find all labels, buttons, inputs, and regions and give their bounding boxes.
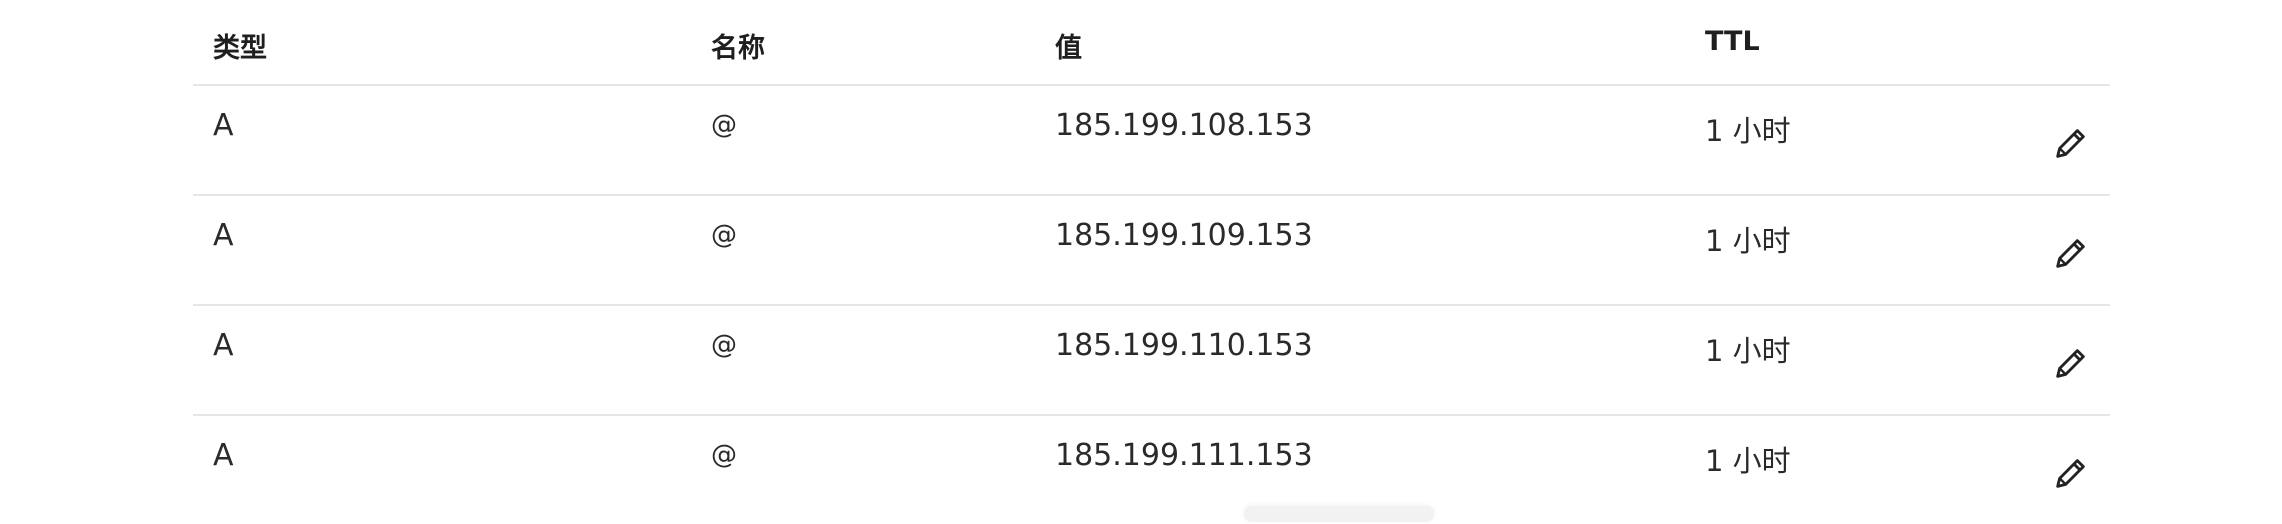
record-value: 185.199.108.153 [1055, 108, 1313, 143]
pencil-icon [2056, 239, 2085, 268]
edit-record-button[interactable] [2050, 122, 2092, 164]
record-value: 185.199.109.153 [1055, 218, 1313, 253]
column-header-name: 名称 [711, 33, 765, 64]
pencil-icon [2056, 459, 2085, 488]
record-name: @ [711, 110, 737, 140]
record-name: @ [711, 220, 737, 250]
record-ttl: 1 小时 [1705, 444, 1791, 478]
table-row: A @ 185.199.108.153 1 小时 [193, 86, 2110, 196]
table-row: A @ 185.199.109.153 1 小时 [193, 196, 2110, 306]
pencil-icon [2056, 349, 2085, 378]
table-row: A @ 185.199.111.153 1 小时 [193, 416, 2110, 524]
edit-record-button[interactable] [2050, 342, 2092, 384]
record-ttl: 1 小时 [1705, 334, 1791, 368]
column-header-value: 值 [1055, 33, 1082, 64]
table-row: A @ 185.199.110.153 1 小时 [193, 306, 2110, 416]
edit-record-button[interactable] [2050, 452, 2092, 494]
dns-records-table: 类型 名称 值 TTL A @ 185.199.108.153 1 小时 A @… [193, 0, 2110, 524]
record-value: 185.199.111.153 [1055, 438, 1313, 473]
scroll-indicator[interactable] [1244, 506, 1434, 522]
column-header-ttl: TTL [1705, 26, 1760, 57]
table-header: 类型 名称 值 TTL [193, 0, 2110, 86]
record-value: 185.199.110.153 [1055, 328, 1313, 363]
record-type: A [213, 438, 234, 473]
record-ttl: 1 小时 [1705, 224, 1791, 258]
column-header-type: 类型 [213, 33, 267, 64]
record-type: A [213, 108, 234, 143]
record-name: @ [711, 330, 737, 360]
pencil-icon [2056, 129, 2085, 158]
record-type: A [213, 328, 234, 363]
edit-record-button[interactable] [2050, 232, 2092, 274]
record-ttl: 1 小时 [1705, 114, 1791, 148]
record-name: @ [711, 440, 737, 470]
record-type: A [213, 218, 234, 253]
